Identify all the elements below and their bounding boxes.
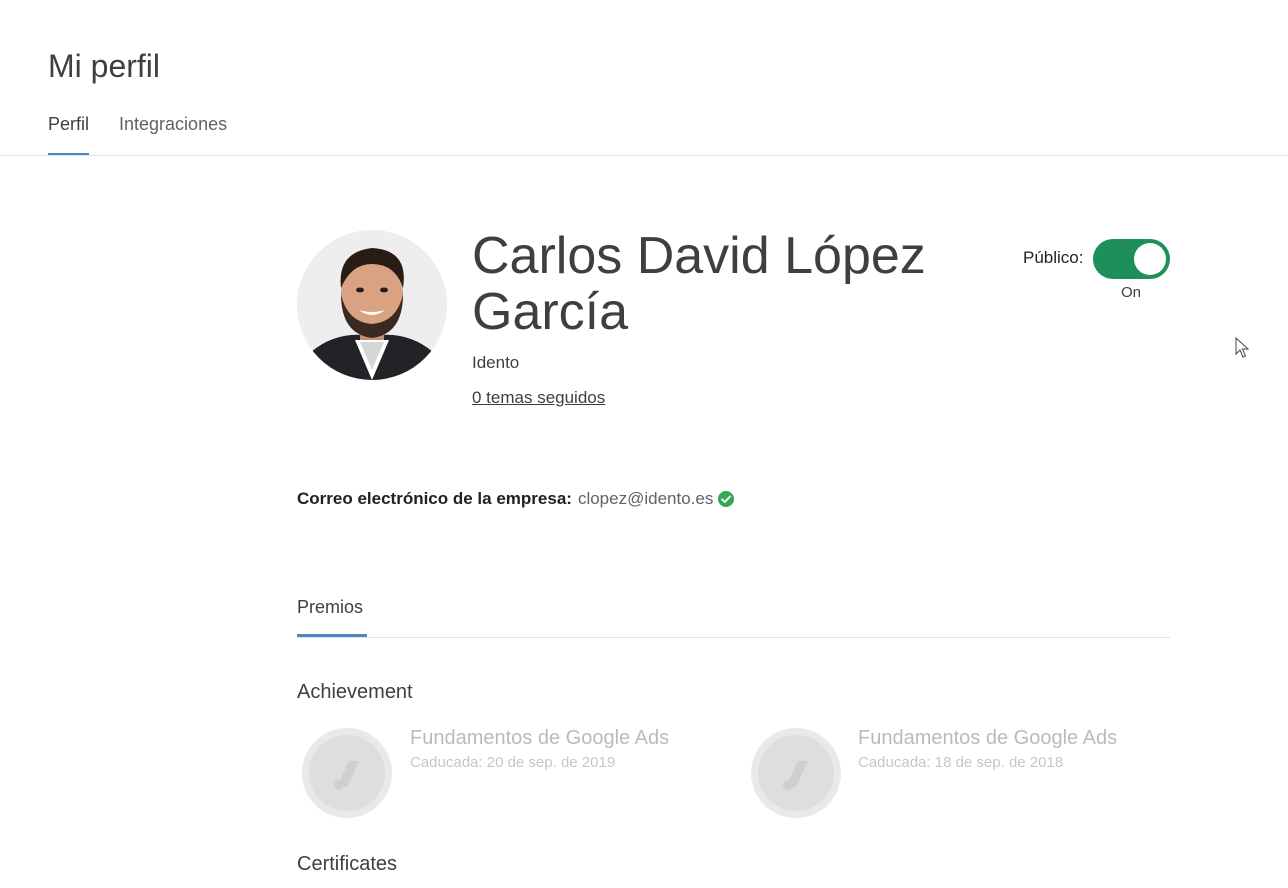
avatar <box>297 230 447 380</box>
page-title: Mi perfil <box>48 48 161 84</box>
awards-divider <box>297 637 1170 638</box>
profile-name: Carlos David López García <box>472 227 926 341</box>
public-label: Público: <box>1023 248 1084 267</box>
public-toggle[interactable] <box>1093 239 1170 279</box>
award-expiry-date: Caducada: 18 de sep. de 2018 <box>858 754 1064 771</box>
awards-tab-indicator <box>297 634 367 637</box>
tab-perfil[interactable]: Perfil <box>48 110 90 156</box>
avatar-photo <box>297 230 447 380</box>
tab-integraciones[interactable]: Integraciones <box>119 110 227 156</box>
google-ads-badge-icon[interactable] <box>750 727 842 819</box>
company-email-label: Correo electrónico de la empresa: <box>297 489 572 508</box>
award-expiry-date: Caducada: 20 de sep. de 2019 <box>410 754 616 771</box>
award-title: Fundamentos de Google Ads <box>410 727 670 749</box>
award-title: Fundamentos de Google Ads <box>858 727 1118 749</box>
google-ads-badge-icon[interactable] <box>301 727 393 819</box>
certificates-heading: Certificates <box>297 853 398 875</box>
company-name: Idento <box>472 353 520 372</box>
public-toggle-state: On <box>1121 284 1142 301</box>
toggle-knob <box>1134 243 1166 275</box>
company-email-value: clopez@idento.es <box>577 489 714 508</box>
profile-tabs: Perfil Integraciones <box>48 110 257 156</box>
header-divider <box>0 155 1288 156</box>
mouse-cursor-icon <box>1235 337 1249 358</box>
tab-premios[interactable]: Premios <box>297 597 363 637</box>
company-email-row: Correo electrónico de la empresa: clopez… <box>297 489 735 509</box>
achievement-heading: Achievement <box>297 681 413 703</box>
verified-check-icon <box>718 491 735 507</box>
followed-topics-link[interactable]: 0 temas seguidos <box>472 388 605 408</box>
